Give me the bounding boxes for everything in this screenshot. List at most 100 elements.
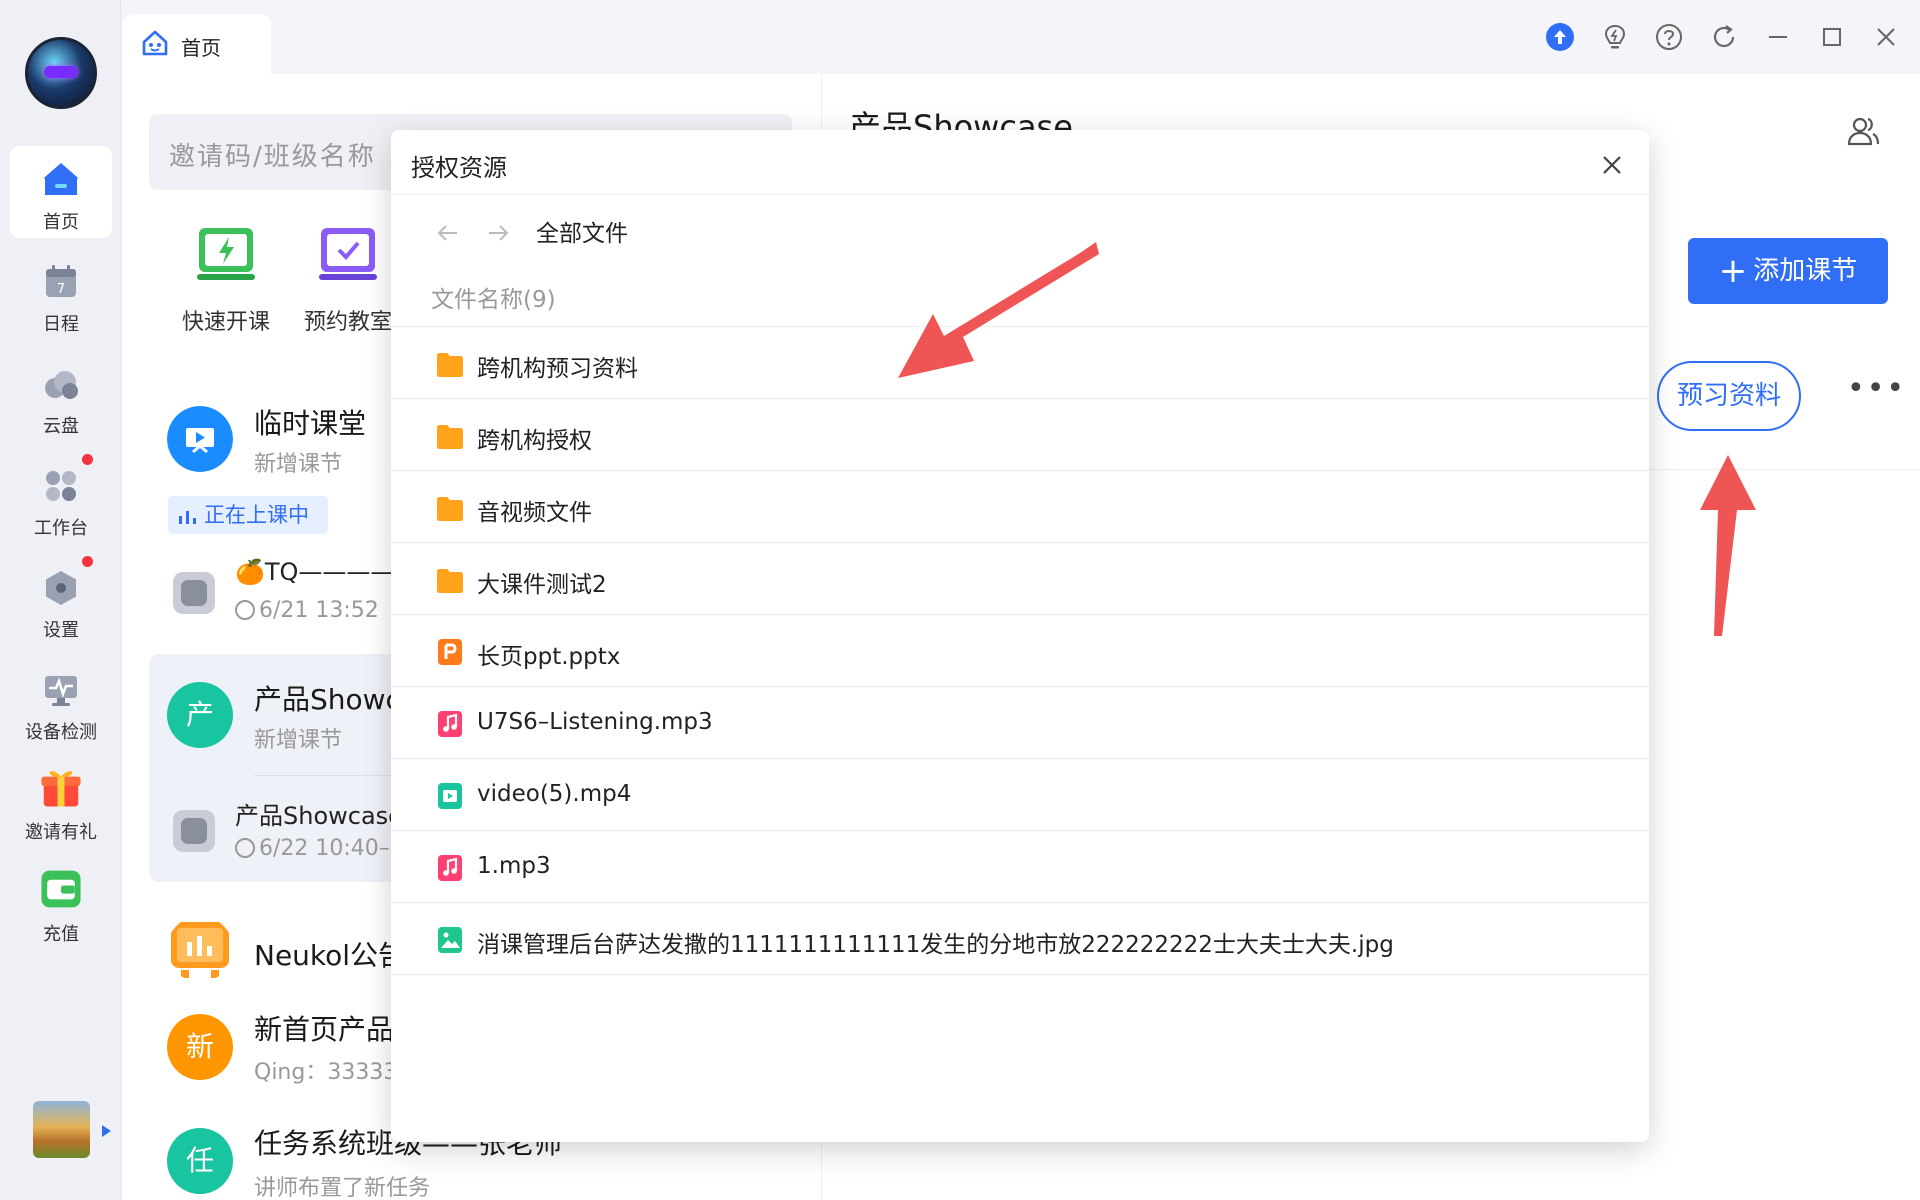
- help-icon[interactable]: [1654, 22, 1684, 52]
- folder-icon: [437, 353, 463, 377]
- tab-home[interactable]: 首页: [123, 14, 271, 74]
- file-name: 跨机构预习资料: [477, 356, 638, 382]
- session-icon: [173, 572, 215, 614]
- session-icon: [173, 810, 215, 852]
- class-badge: 新: [167, 1014, 233, 1080]
- file-row[interactable]: 长页ppt.pptx: [391, 615, 1649, 687]
- sidebar-item-settings[interactable]: 设置: [10, 554, 112, 646]
- sidebar-item-cloud[interactable]: 云盘: [10, 350, 112, 442]
- robot-icon: [142, 30, 168, 56]
- audio-file-icon: [438, 855, 462, 881]
- sidebar-item-label: 设置: [43, 620, 79, 641]
- file-row[interactable]: 跨机构授权: [391, 399, 1649, 471]
- live-status-label: 正在上课中: [204, 503, 309, 527]
- class-subtitle: 新增课节: [254, 728, 343, 753]
- class-badge: 任: [167, 1128, 233, 1194]
- tab-label: 首页: [181, 36, 221, 60]
- file-name: video(5).mp4: [477, 781, 632, 807]
- file-row[interactable]: video(5).mp4: [391, 759, 1649, 831]
- preview-materials-button[interactable]: 预习资料: [1657, 361, 1801, 431]
- left-rail: 首页 7 日程 云盘 工作台 设置 设备检测 邀请有礼 充值: [0, 0, 121, 1200]
- lightbulb-icon[interactable]: [1600, 22, 1630, 52]
- sidebar-item-label: 日程: [43, 314, 79, 335]
- upload-icon[interactable]: [1545, 22, 1575, 52]
- session-time: 6/21 13:52: [235, 598, 379, 623]
- folder-icon: [437, 425, 463, 449]
- settings-icon: [46, 571, 76, 605]
- minimize-icon[interactable]: [1763, 22, 1793, 52]
- device-check-icon: [45, 676, 77, 706]
- plus-icon: +: [1718, 251, 1748, 291]
- sidebar-item-label: 充值: [43, 924, 79, 945]
- announcement-icon: [171, 922, 229, 978]
- live-bars-icon: [179, 511, 196, 524]
- file-row[interactable]: 音视频文件: [391, 471, 1649, 543]
- sidebar-item-label: 云盘: [43, 416, 79, 437]
- class-subtitle: 讲师布置了新任务: [254, 1176, 431, 1200]
- file-row[interactable]: 消课管理后台萨达发撒的1111111111111发生的分地市放222222222…: [391, 903, 1649, 975]
- file-name: U7S6–Listening.mp3: [477, 709, 713, 735]
- divider: [391, 194, 1649, 195]
- cloud-icon: [45, 371, 78, 399]
- sidebar-item-device-check[interactable]: 设备检测: [10, 656, 112, 748]
- file-name: 消课管理后台萨达发撒的1111111111111发生的分地市放222222222…: [477, 932, 1394, 958]
- session-time: 6/22 10:40–: [235, 836, 390, 861]
- image-file-icon: [438, 927, 462, 953]
- thumbnail-image[interactable]: [33, 1101, 90, 1158]
- home-icon: [44, 163, 78, 195]
- sidebar-item-home[interactable]: 首页: [10, 146, 112, 238]
- sidebar-item-recharge[interactable]: 充值: [10, 858, 112, 950]
- add-lesson-button[interactable]: + 添加课节: [1688, 238, 1888, 304]
- audio-file-icon: [438, 711, 462, 737]
- members-icon[interactable]: [1846, 114, 1880, 148]
- file-list-header: 文件名称(9): [431, 287, 556, 313]
- session-title: 产品Showcase: [235, 802, 403, 830]
- file-row[interactable]: 1.mp3: [391, 831, 1649, 903]
- calendar-day: 7: [57, 282, 65, 297]
- sidebar-item-label: 首页: [43, 212, 79, 233]
- class-badge: 产: [167, 682, 233, 748]
- forward-arrow-icon[interactable]: [483, 218, 513, 248]
- calendar-icon: 7: [46, 265, 76, 297]
- user-avatar[interactable]: [25, 37, 97, 109]
- authorized-resources-dialog: 授权资源 全部文件 文件名称(9) 跨机构预习资料 跨机构授权 音视频文件 大课件测试…: [391, 130, 1649, 1142]
- sidebar-item-label: 设备检测: [25, 722, 97, 743]
- expand-arrow-icon[interactable]: [102, 1125, 111, 1137]
- clock-icon: [235, 600, 255, 620]
- sidebar-item-invite[interactable]: 邀请有礼: [10, 756, 112, 848]
- file-row[interactable]: U7S6–Listening.mp3: [391, 687, 1649, 759]
- close-window-icon[interactable]: [1871, 22, 1901, 52]
- class-title: 临时课堂: [254, 407, 367, 440]
- search-placeholder: 邀请码/班级名称: [169, 142, 376, 172]
- refresh-icon[interactable]: [1709, 22, 1739, 52]
- sidebar-item-schedule[interactable]: 7 日程: [10, 248, 112, 340]
- quick-start-icon: [197, 228, 255, 280]
- quick-start-button[interactable]: 快速开课: [171, 224, 281, 336]
- more-options-icon[interactable]: •••: [1847, 374, 1904, 414]
- sidebar-item-label: 邀请有礼: [25, 822, 97, 843]
- clock-icon: [235, 838, 255, 858]
- live-status-badge: 正在上课中: [168, 496, 328, 534]
- book-classroom-button[interactable]: 预约教室: [293, 224, 403, 336]
- maximize-icon[interactable]: [1817, 22, 1847, 52]
- folder-icon: [437, 497, 463, 521]
- breadcrumb[interactable]: 全部文件: [536, 214, 628, 248]
- add-lesson-label: 添加课节: [1753, 256, 1858, 286]
- file-name: 长页ppt.pptx: [477, 644, 621, 670]
- file-row[interactable]: 大课件测试2: [391, 543, 1649, 615]
- class-title: Neukol公告: [254, 939, 407, 972]
- close-icon[interactable]: [1597, 150, 1627, 180]
- gift-icon: [41, 771, 81, 807]
- file-row[interactable]: 跨机构预习资料: [391, 327, 1649, 399]
- sidebar-item-workbench[interactable]: 工作台: [10, 452, 112, 544]
- workbench-icon: [46, 471, 76, 501]
- folder-icon: [437, 569, 463, 593]
- file-name: 音视频文件: [477, 500, 592, 526]
- sidebar-item-label: 工作台: [34, 518, 88, 539]
- class-subtitle: 新增课节: [254, 452, 343, 477]
- back-arrow-icon[interactable]: [433, 218, 463, 248]
- notification-dot: [82, 454, 93, 465]
- session-title: 🍊TQ————: [235, 558, 395, 586]
- quick-action-label: 快速开课: [181, 310, 270, 335]
- class-title: 新首页产品: [254, 1013, 395, 1046]
